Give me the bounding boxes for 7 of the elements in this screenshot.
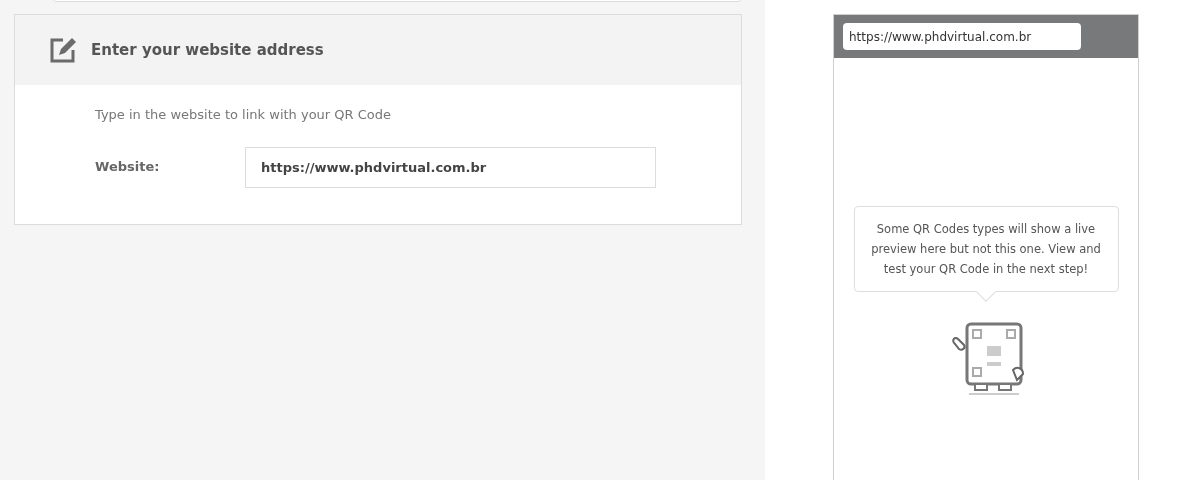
address-field[interactable]: https://www.phdvirtual.com.br [843,23,1081,50]
field-label: Website: [95,158,161,177]
preview-message: Some QR Codes types will show a live preview here but not this one. View and test your QR Code in the next step! [870,221,1102,278]
card-title: Enter your website address [91,39,324,61]
card-description: Type in the website to link with your QR Code [95,106,392,124]
website-field[interactable]: https://www.phdvirtual.com.br [245,146,656,188]
edit-icon [49,36,77,64]
